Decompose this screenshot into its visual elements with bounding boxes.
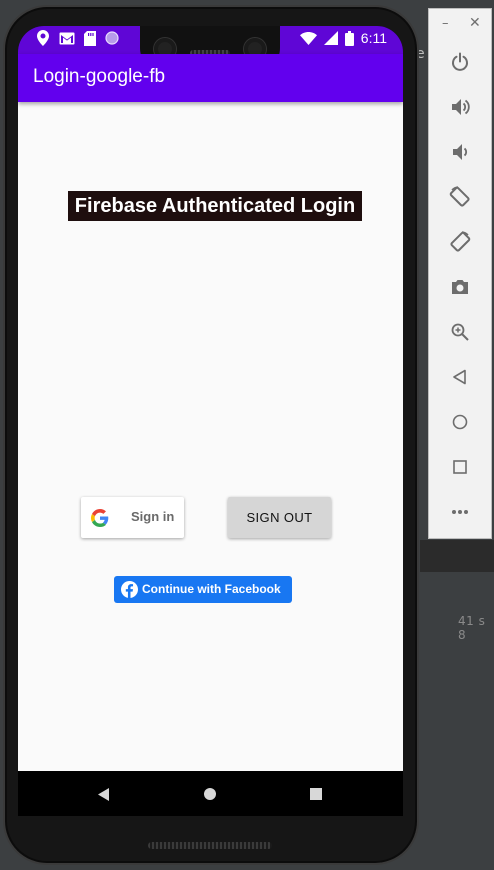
power-button[interactable] [449, 51, 471, 73]
emulator-back-button[interactable] [449, 366, 471, 388]
sd-card-icon [84, 30, 96, 46]
rotate-right-icon [450, 231, 471, 252]
ide-status-text: 41 s 8 [458, 614, 486, 642]
nav-recent-apps-button[interactable] [305, 783, 327, 805]
close-icon[interactable]: ✕ [469, 15, 481, 31]
nav-home-button[interactable] [199, 783, 221, 805]
zoom-icon [451, 323, 469, 341]
screenshot-button[interactable] [449, 276, 471, 298]
emulator-window-controls: – ✕ [429, 9, 491, 39]
home-icon [452, 414, 468, 430]
wifi-icon [299, 31, 317, 45]
volume-up-button[interactable] [449, 96, 471, 118]
minimize-icon[interactable]: – [442, 16, 449, 31]
camera-icon [452, 280, 468, 294]
bottom-speaker-grille [148, 842, 272, 849]
google-sign-in-label: Sign in [131, 509, 175, 524]
nav-back-button[interactable] [93, 783, 115, 805]
facebook-login-label: Continue with Facebook [142, 582, 281, 596]
status-right-icons: 6:11 [299, 30, 387, 46]
phone-screen: 6:11 Login-google-fb Firebase Authentica… [18, 26, 403, 816]
zoom-button[interactable] [449, 321, 471, 343]
back-icon [453, 369, 466, 385]
more-icon [452, 510, 468, 514]
rotate-right-button[interactable] [449, 231, 471, 253]
overview-icon [453, 460, 467, 474]
gmail-icon [59, 32, 75, 44]
google-logo-icon [91, 509, 109, 527]
volume-down-icon [453, 144, 468, 160]
navigation-bar [18, 771, 403, 816]
home-icon [204, 788, 216, 800]
rotate-left-button[interactable] [449, 186, 471, 208]
emulator-toolbar: – ✕ [428, 8, 492, 539]
power-icon [452, 52, 468, 71]
ide-panel-band [420, 540, 494, 572]
battery-icon [344, 30, 354, 46]
app-title: Login-google-fb [33, 66, 166, 87]
sync-icon [105, 31, 119, 45]
recent-apps-icon [310, 788, 322, 800]
signal-icon [323, 31, 338, 45]
location-icon [37, 30, 49, 46]
volume-down-button[interactable] [449, 141, 471, 163]
rotate-left-icon [449, 186, 470, 207]
status-time: 6:11 [360, 30, 387, 46]
volume-up-icon [452, 99, 470, 115]
facebook-login-button[interactable]: Continue with Facebook [114, 576, 292, 603]
more-options-button[interactable] [449, 501, 471, 523]
app-bar: Login-google-fb [18, 54, 403, 102]
google-sign-in-button[interactable]: Sign in [81, 497, 184, 538]
sign-out-button[interactable]: SIGN OUT [228, 497, 331, 538]
emulator-overview-button[interactable] [449, 456, 471, 478]
page-heading: Firebase Authenticated Login [68, 191, 362, 221]
main-content: Firebase Authenticated Login Sign in SIG… [18, 102, 403, 771]
emulator-home-button[interactable] [449, 411, 471, 433]
facebook-logo-icon [121, 581, 138, 598]
status-left-icons [36, 30, 119, 46]
back-icon [98, 787, 109, 801]
